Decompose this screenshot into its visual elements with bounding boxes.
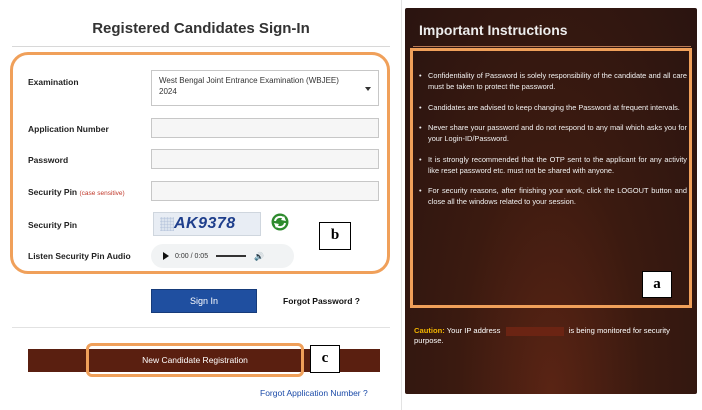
- audio-progress-track[interactable]: [216, 255, 247, 257]
- page: Registered Candidates Sign-In Examinatio…: [0, 0, 702, 410]
- sign-in-button[interactable]: Sign In: [151, 289, 257, 313]
- section-divider: [12, 327, 390, 328]
- refresh-icon[interactable]: [270, 212, 290, 232]
- security-pin-input-label: Security Pin (case sensitive): [28, 187, 125, 197]
- examination-select[interactable]: West Bengal Joint Entrance Examination (…: [151, 70, 379, 106]
- instructions-panel: Important Instructions Confidentiality o…: [405, 8, 697, 394]
- instructions-list: Confidentiality of Password is solely re…: [419, 70, 687, 217]
- security-pin-audio-player[interactable]: 0:00 / 0:05 🔊: [151, 244, 294, 268]
- captcha-noise: [160, 217, 174, 231]
- annotation-b: b: [319, 222, 351, 250]
- title-divider: [12, 46, 390, 47]
- instruction-item: For security reasons, after finishing yo…: [419, 185, 687, 207]
- application-number-label: Application Number: [28, 124, 109, 134]
- security-pin-input-label-text: Security Pin: [28, 187, 78, 197]
- captcha-code: AK9378: [174, 215, 236, 232]
- instruction-item: Candidates are advised to keep changing …: [419, 102, 687, 113]
- security-pin-input[interactable]: [151, 181, 379, 201]
- annotation-c: c: [310, 345, 340, 373]
- caution-label: Caution:: [414, 326, 445, 335]
- instruction-item: Confidentiality of Password is solely re…: [419, 70, 687, 92]
- instruction-item: Never share your password and do not res…: [419, 122, 687, 144]
- signin-panel: Registered Candidates Sign-In Examinatio…: [0, 0, 402, 410]
- instructions-title: Important Instructions: [419, 22, 568, 38]
- caution-notice: Caution: Your IP address is being monito…: [414, 326, 692, 346]
- security-pin-captcha-image: AK9378: [153, 212, 261, 236]
- signin-title: Registered Candidates Sign-In: [92, 20, 310, 37]
- play-icon[interactable]: [163, 252, 169, 260]
- caution-text-before: Your IP address: [446, 326, 501, 335]
- security-pin-captcha-label: Security Pin: [28, 220, 78, 230]
- password-input[interactable]: [151, 149, 379, 169]
- audio-label: Listen Security Pin Audio: [28, 251, 131, 261]
- instructions-divider: [413, 46, 691, 47]
- ip-address-redacted: [505, 326, 564, 336]
- password-label: Password: [28, 155, 69, 165]
- application-number-input[interactable]: [151, 118, 379, 138]
- forgot-application-number-link[interactable]: Forgot Application Number ?: [260, 388, 368, 398]
- volume-icon[interactable]: 🔊: [254, 252, 264, 261]
- chevron-down-icon: [365, 87, 371, 91]
- annotation-a: a: [642, 271, 672, 298]
- new-candidate-registration-button[interactable]: New Candidate Registration: [88, 349, 302, 372]
- examination-label: Examination: [28, 77, 79, 87]
- examination-select-value: West Bengal Joint Entrance Examination (…: [159, 76, 339, 96]
- case-sensitive-hint: (case sensitive): [79, 190, 125, 197]
- audio-time: 0:00 / 0:05: [175, 252, 209, 260]
- instruction-item: It is strongly recommended that the OTP …: [419, 154, 687, 176]
- forgot-password-link[interactable]: Forgot Password ?: [283, 296, 360, 306]
